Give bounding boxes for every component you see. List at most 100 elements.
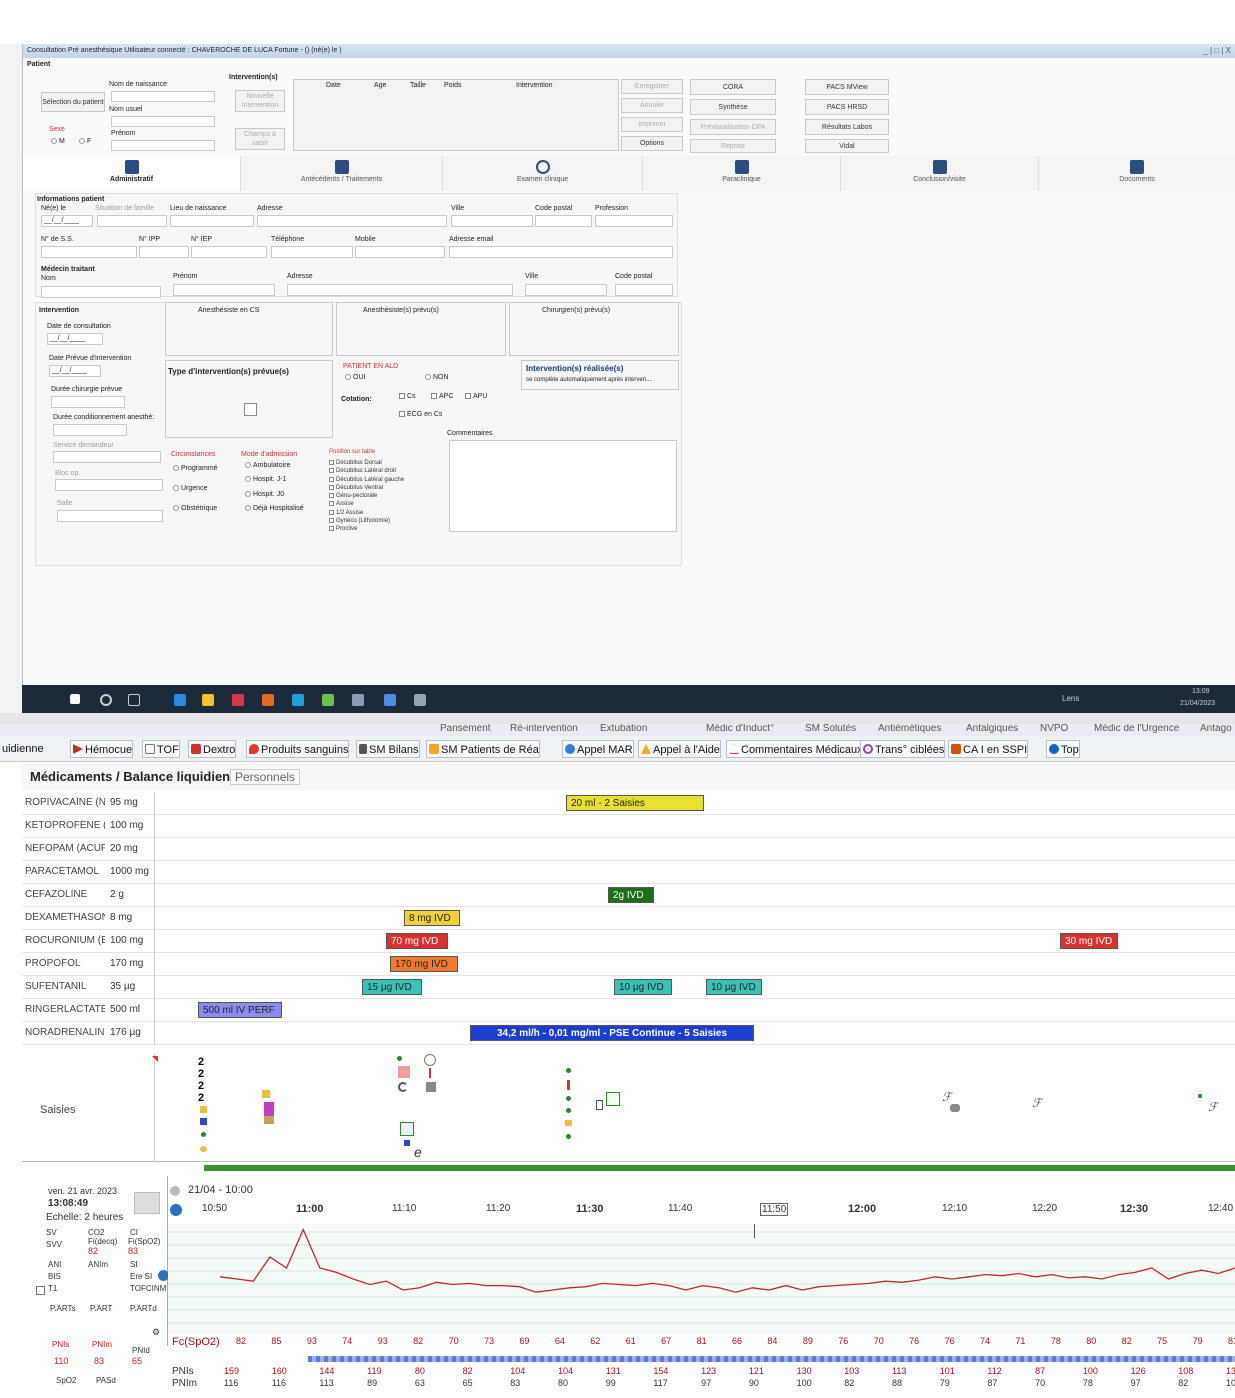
event-icon[interactable] [404, 1140, 410, 1146]
event-icon[interactable] [566, 1134, 571, 1139]
iep-input[interactable] [191, 246, 267, 258]
app-icon[interactable] [384, 694, 396, 706]
pos-item[interactable]: Décubitus Latéral gauche [329, 476, 404, 484]
adm-ambulatoire-radio[interactable]: Ambulatoire [245, 462, 290, 469]
event-icon[interactable] [200, 1106, 207, 1113]
ipp-input[interactable] [139, 246, 189, 258]
medecin-first-input[interactable] [173, 284, 275, 296]
apc-checkbox[interactable]: APC [431, 393, 453, 400]
sex-m-radio[interactable]: M [51, 138, 65, 145]
reprise-button[interactable]: Reprise [690, 139, 776, 153]
new-intervention-button[interactable]: Nouvelle Intervention [235, 90, 285, 112]
medecin-address-input[interactable] [287, 284, 513, 296]
tb-solutes[interactable]: SM Solutés [805, 724, 856, 734]
ecg-checkbox[interactable]: ECG en Cs [399, 411, 442, 418]
event-icon[interactable] [426, 1082, 436, 1092]
tab-documents[interactable]: Documents [1039, 156, 1235, 191]
tb-commentaires[interactable]: Commentaires Médicaux [726, 740, 864, 758]
first-name-input[interactable] [111, 140, 215, 151]
meds-tab[interactable]: Médicaments / Balance liquidienne [30, 769, 245, 784]
drug-row[interactable]: NORADRENALIN 176 µg 34,2 ml/h - 0,01 mg/ml… [22, 1022, 1235, 1045]
signature-icon[interactable]: ℱ [942, 1090, 951, 1104]
family-select[interactable] [97, 215, 167, 227]
circ-urgence-radio[interactable]: Urgence [173, 485, 207, 492]
tab-antecedents[interactable]: Antécédents / Traitements [241, 156, 443, 191]
drug-administration-bar[interactable]: 70 mg IVD [386, 933, 448, 949]
app-icon[interactable] [322, 694, 334, 706]
event-icon[interactable] [262, 1090, 270, 1098]
save-button[interactable]: Enregistrer [621, 79, 683, 94]
anesth-prevu-box[interactable]: Anesthésiste(s) prévu(s) [336, 302, 506, 356]
drug-administration-bar[interactable]: 500 ml IV PERF [198, 1002, 282, 1018]
vitals-graph[interactable] [168, 1224, 1235, 1334]
app-icon[interactable] [292, 694, 304, 706]
tb-nvpo[interactable]: NVPO [1040, 724, 1068, 734]
select-patient-button[interactable]: Sélection du patient [41, 92, 105, 112]
checklist-icon[interactable] [400, 1122, 414, 1136]
mobile-input[interactable] [355, 246, 445, 258]
planned-date-input[interactable]: __/__/____ [49, 365, 101, 377]
tb-antalgiques[interactable]: Antalgiques [966, 724, 1018, 734]
search-icon[interactable] [100, 694, 112, 706]
medecin-zip-input[interactable] [615, 284, 673, 296]
pos-item[interactable]: Gynéco (Lithotomie) [329, 517, 404, 525]
options-button[interactable]: Options [621, 136, 683, 151]
drug-administration-bar[interactable]: 2g IVD [608, 887, 654, 903]
folder-icon[interactable] [202, 694, 214, 706]
apu-checkbox[interactable]: APU [465, 393, 487, 400]
circ-programme-radio[interactable]: Programmé [173, 465, 218, 472]
pos-item[interactable]: Décubitus Latéral droit [329, 467, 404, 475]
tb-reintervention[interactable]: Ré-intervention [510, 724, 578, 734]
event-icon[interactable] [566, 1068, 571, 1073]
pos-item[interactable]: Assise [329, 500, 404, 508]
event-icon[interactable] [950, 1104, 960, 1112]
clock-date[interactable]: 21/04/2023 [1180, 700, 1215, 707]
pos-item[interactable]: 1/2 Assise [329, 509, 404, 517]
medecin-name-input[interactable] [41, 286, 161, 298]
saisie-count[interactable]: 2 [198, 1056, 204, 1068]
window-controls[interactable]: _ | □ | X [1203, 44, 1231, 58]
medecin-city-input[interactable] [525, 284, 607, 296]
event-icon[interactable] [566, 1096, 571, 1101]
event-icon[interactable] [398, 1066, 410, 1078]
print-button[interactable]: Imprimer [621, 117, 683, 132]
vidal-button[interactable]: Vidal [805, 139, 889, 153]
sex-f-radio[interactable]: F [79, 138, 91, 145]
tb-trans-ciblees[interactable]: Trans° ciblées [860, 740, 946, 758]
born-input[interactable]: __/__/____ [41, 215, 93, 227]
drug-administration-bar[interactable]: 8 mg IVD [404, 910, 460, 926]
event-icon[interactable] [200, 1118, 207, 1125]
chir-prevu-box[interactable]: Chirurgien(s) prévu(s) [509, 302, 679, 356]
event-icon[interactable] [264, 1102, 274, 1116]
job-input[interactable] [595, 215, 673, 227]
synthese-button[interactable]: Synthèse [690, 99, 776, 115]
cora-button[interactable]: CORA [690, 79, 776, 95]
clock-icon[interactable] [424, 1054, 436, 1066]
adm-j1-radio[interactable]: Hospit. J-1 [245, 476, 286, 483]
saisie-count[interactable]: 2 [198, 1080, 204, 1092]
type-prevu-box[interactable]: Type d'intervention(s) prévue(s) [165, 360, 333, 438]
history-icon[interactable] [170, 1186, 180, 1196]
email-input[interactable] [449, 246, 673, 258]
tb-antiemetiques[interactable]: Antiémétiques [878, 724, 941, 734]
syringe-button[interactable] [134, 1192, 160, 1214]
tab-paraclinique[interactable]: Paraclinique [643, 156, 841, 191]
cs-checkbox[interactable]: Cs [399, 393, 416, 400]
city-input[interactable] [451, 215, 533, 227]
type-prevu-checkbox[interactable] [244, 403, 257, 416]
drug-row[interactable]: PARACÉTAMOL 1000 mg [22, 861, 1235, 884]
event-icon[interactable] [596, 1100, 603, 1110]
tb-pansement[interactable]: Pansement [440, 724, 491, 734]
signature-icon[interactable]: ℱ [1208, 1100, 1217, 1114]
drug-administration-bar[interactable]: 10 µg IVD [614, 979, 672, 995]
signature-icon[interactable]: ℱ [1032, 1096, 1041, 1110]
tab-conclusion[interactable]: Conclusion/visite [841, 156, 1039, 191]
preview-cpa-button[interactable]: Prévisualisation CPA [690, 119, 776, 135]
tb-antago[interactable]: Antago [1200, 724, 1232, 734]
saisie-count[interactable]: 2 [198, 1092, 204, 1104]
pacs-hrsd-button[interactable]: PACS HRSD [805, 99, 889, 115]
drug-administration-bar[interactable]: 15 µg IVD [362, 979, 422, 995]
app-icon[interactable] [262, 694, 274, 706]
drug-row[interactable]: ROPIVACAÏNE (NA 95 mg 20 ml - 2 Saisies [22, 792, 1235, 815]
event-icon[interactable]: e [414, 1144, 422, 1160]
